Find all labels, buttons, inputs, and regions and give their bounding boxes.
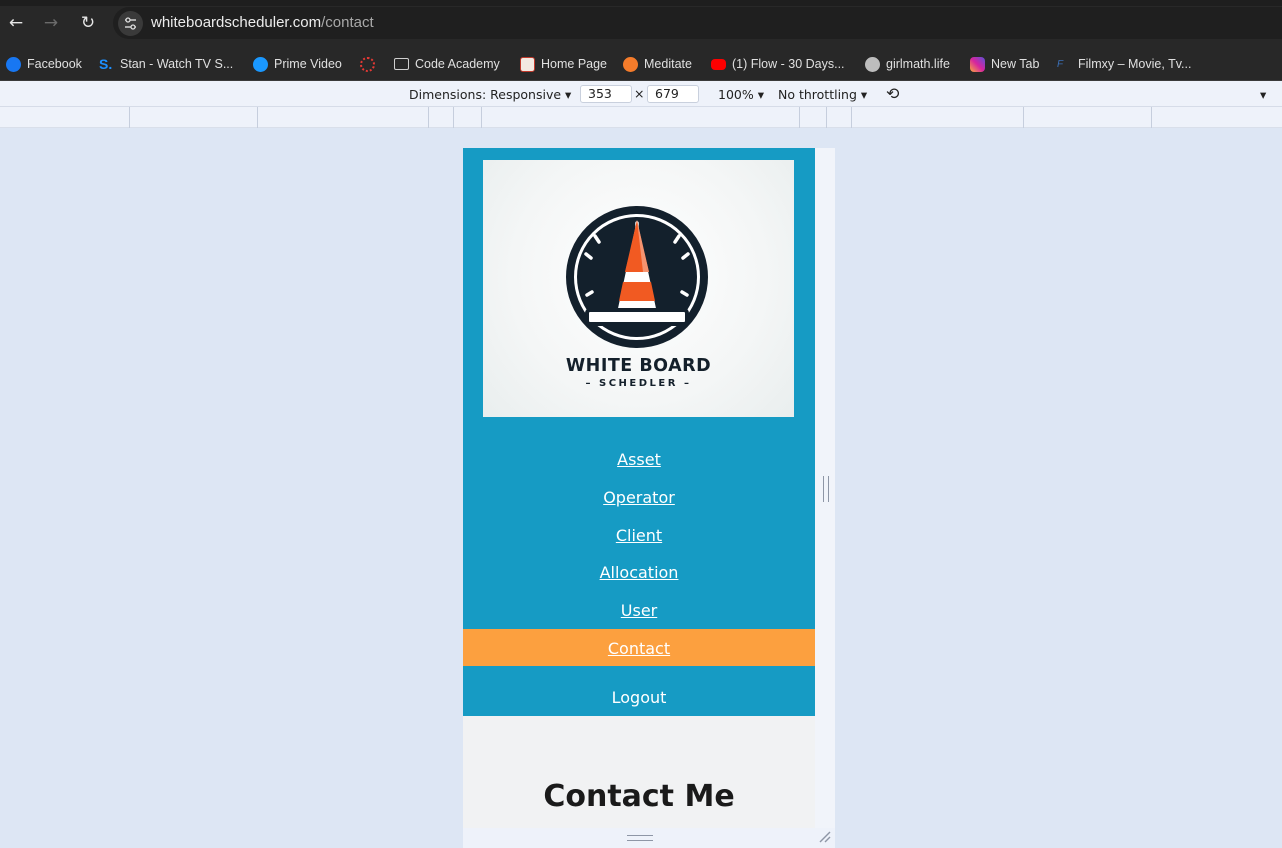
nav-link-operator[interactable]: Operator <box>463 488 815 507</box>
bookmarks-bar: Facebook S. Stan - Watch TV S... Prime Vi… <box>0 46 1282 81</box>
rotate-icon[interactable]: ⟲ <box>886 84 899 103</box>
logout-button[interactable]: Logout <box>463 688 815 707</box>
stan-icon: S. <box>99 55 113 72</box>
nav-link-client[interactable]: Client <box>463 526 815 545</box>
height-input[interactable]: 679 <box>647 85 699 103</box>
bookmark-label: New Tab <box>991 57 1040 71</box>
folder-icon <box>394 58 409 70</box>
sidebar: WHITE BOARD – SCHEDLER – Asset Operator … <box>463 148 815 716</box>
bookmark-home-page[interactable]: Home Page <box>520 53 607 75</box>
url-text[interactable]: whiteboardscheduler.com/contact <box>151 14 374 31</box>
tab-strip <box>0 0 1282 6</box>
bookmark-label: girlmath.life <box>886 57 950 71</box>
instagram-icon <box>970 56 985 72</box>
back-icon[interactable]: ← <box>5 12 27 34</box>
ruler-segment[interactable] <box>1151 107 1152 128</box>
zoom-dropdown[interactable]: 100% ▾ <box>718 87 764 102</box>
chevron-down-icon: ▾ <box>757 87 765 102</box>
bookmark-label: Home Page <box>541 57 608 71</box>
bookmark-girlmath[interactable]: girlmath.life <box>865 53 950 75</box>
ruler-segment[interactable] <box>826 107 827 128</box>
facebook-icon <box>6 56 21 72</box>
bookmark-label: Facebook <box>27 57 82 71</box>
nav-link-contact[interactable]: Contact <box>463 639 815 658</box>
bookmark-filmxy[interactable]: F Filmxy – Movie, Tv... <box>1057 53 1191 75</box>
nav-link-allocation[interactable]: Allocation <box>463 563 815 582</box>
globe-icon <box>865 56 880 72</box>
height-resize-handle[interactable] <box>627 835 653 841</box>
nav-link-asset[interactable]: Asset <box>463 450 815 469</box>
page-title: Contact Me <box>543 779 735 814</box>
youtube-icon <box>711 58 726 70</box>
dimensions-dropdown[interactable]: Dimensions: Responsive ▾ <box>409 87 571 102</box>
times-sign: × <box>634 86 645 101</box>
bookmark-label: Code Academy <box>415 57 500 71</box>
bookmark-stan[interactable]: S. Stan - Watch TV S... <box>99 53 233 75</box>
url-host: whiteboardscheduler.com <box>151 14 322 31</box>
emulated-viewport: WHITE BOARD – SCHEDLER – Asset Operator … <box>463 148 815 828</box>
width-input[interactable]: 353 <box>580 85 632 103</box>
throttling-label: No throttling <box>778 87 857 102</box>
corner-resize-icon[interactable] <box>818 830 832 844</box>
site-settings-icon[interactable] <box>118 11 143 36</box>
ruler-segment[interactable] <box>851 107 852 128</box>
ruler-segment[interactable] <box>1023 107 1024 128</box>
ruler-segment[interactable] <box>129 107 130 128</box>
logo-title: WHITE BOARD <box>565 356 712 376</box>
chevron-down-icon: ▾ <box>860 87 868 102</box>
bookmark-new-tab[interactable]: New Tab <box>970 53 1039 75</box>
logo-subtitle: – SCHEDLER – <box>585 378 692 389</box>
nav-link-user[interactable]: User <box>463 601 815 620</box>
width-resize-handle[interactable] <box>823 476 829 502</box>
throttling-dropdown[interactable]: No throttling ▾ <box>778 87 867 102</box>
bookmark-unnamed[interactable] <box>360 53 381 75</box>
bookmark-label: Meditate <box>644 57 692 71</box>
bookmark-label: Filmxy – Movie, Tv... <box>1078 57 1192 71</box>
bookmark-facebook[interactable]: Facebook <box>6 53 82 75</box>
bookmark-label: Stan - Watch TV S... <box>120 57 234 71</box>
traffic-cone-icon <box>566 206 708 348</box>
prime-video-icon <box>253 56 268 72</box>
url-path: /contact <box>321 14 374 31</box>
bookmark-label: (1) Flow - 30 Days... <box>732 57 845 71</box>
filmxy-icon: F <box>1057 58 1064 70</box>
more-options-icon[interactable]: ▾ <box>1260 87 1266 102</box>
ruler-segment[interactable] <box>799 107 800 128</box>
bookmark-folder-code-academy[interactable]: Code Academy <box>394 53 500 75</box>
bookmark-label: Prime Video <box>274 57 342 71</box>
ruler-segment[interactable] <box>428 107 429 128</box>
bookmark-prime-video[interactable]: Prime Video <box>253 53 342 75</box>
bookmark-youtube-flow[interactable]: (1) Flow - 30 Days... <box>711 53 845 75</box>
forward-icon[interactable]: → <box>40 12 62 34</box>
reload-icon[interactable]: ↻ <box>77 12 99 34</box>
media-query-ruler <box>0 107 1282 128</box>
device-toolbar: Dimensions: Responsive ▾ 353 × 679 100% … <box>0 81 1282 107</box>
loading-circle-icon <box>360 56 375 72</box>
chevron-down-icon: ▾ <box>565 87 572 102</box>
zoom-label: 100% <box>718 87 754 102</box>
meditate-icon <box>623 56 638 72</box>
bookmark-meditate[interactable]: Meditate <box>623 53 692 75</box>
ruler-segment[interactable] <box>257 107 258 128</box>
dimensions-label: Dimensions: Responsive <box>409 87 562 102</box>
site-logo[interactable]: WHITE BOARD – SCHEDLER – <box>483 160 794 417</box>
home-page-favicon <box>520 56 535 72</box>
ruler-segment[interactable] <box>453 107 454 128</box>
ruler-segment[interactable] <box>481 107 482 128</box>
